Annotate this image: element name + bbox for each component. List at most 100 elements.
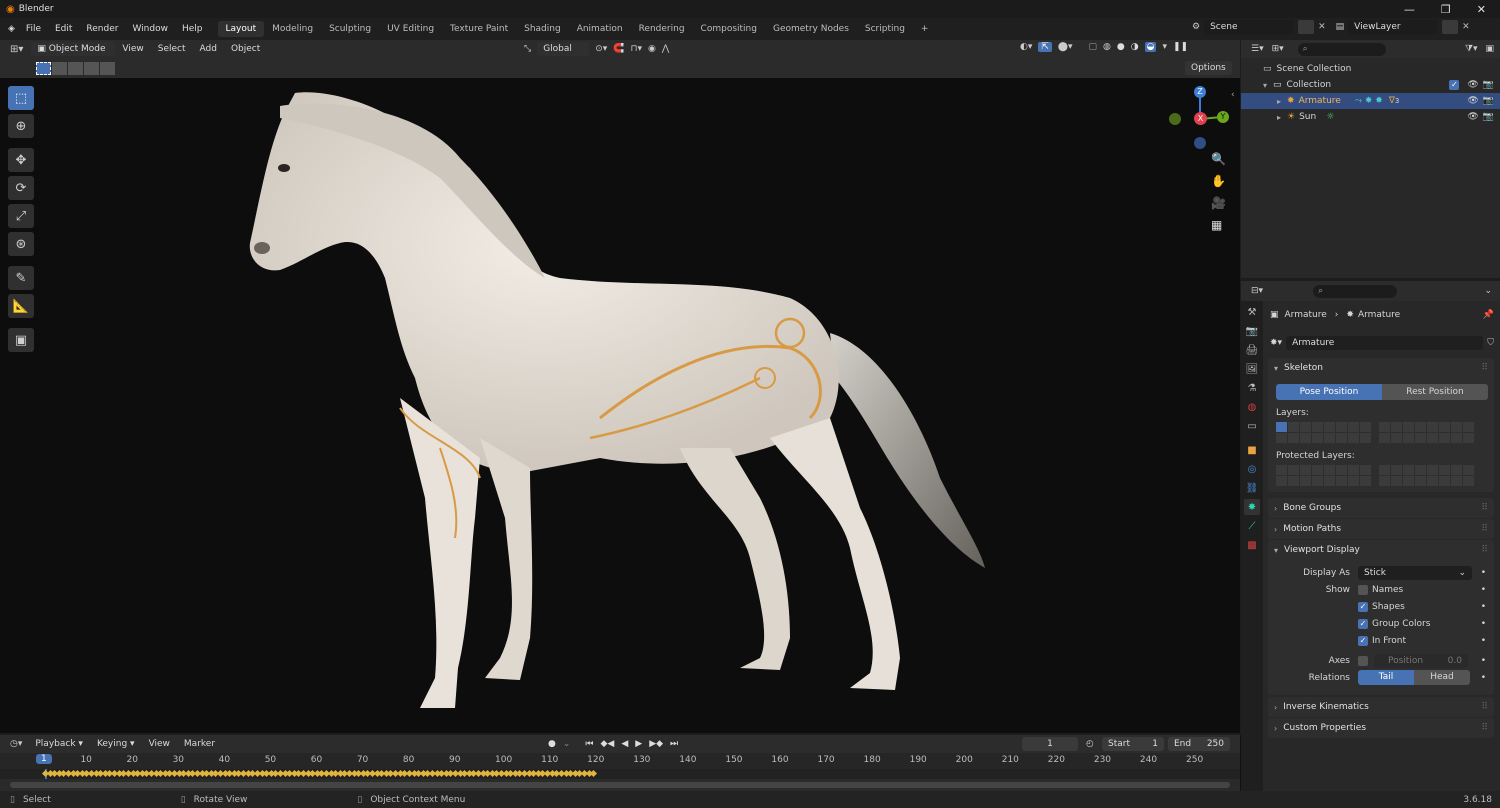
tab-animation[interactable]: Animation [569, 21, 631, 37]
pose-position-button[interactable]: Pose Position [1276, 384, 1382, 400]
armature-data-tab-icon[interactable]: ✸ [1244, 499, 1260, 515]
anim-dot-icon[interactable]: • [1481, 673, 1486, 683]
constraints-tab-icon[interactable]: ⛓ [1244, 480, 1260, 496]
material-shading-icon[interactable]: ◑ [1131, 42, 1139, 52]
select-box-icon[interactable]: ⬚ [8, 86, 34, 110]
rendered-shading-icon[interactable]: ◒ [1144, 42, 1157, 52]
menu-object[interactable]: Object [224, 44, 267, 54]
menu-add[interactable]: Add [193, 44, 224, 54]
drag-handle-icon[interactable]: ⠿ [1481, 524, 1488, 534]
anim-dot-icon[interactable]: • [1481, 568, 1486, 578]
pin-icon[interactable]: 📌 [1483, 310, 1494, 320]
falloff-icon[interactable]: ⋀ [662, 44, 669, 54]
anim-dot-icon[interactable]: • [1481, 619, 1486, 629]
view-layer-tab-icon[interactable]: 🖼 [1244, 361, 1260, 377]
ortho-grid-icon[interactable]: ▦ [1211, 218, 1226, 232]
tail-button[interactable]: Tail [1358, 670, 1414, 685]
select-new-icon[interactable] [36, 61, 51, 75]
menu-marker[interactable]: Marker [177, 739, 222, 749]
names-checkbox[interactable] [1358, 584, 1368, 595]
close-icon[interactable]: ✕ [1477, 3, 1486, 16]
fake-user-shield-icon[interactable]: ⛉ [1487, 338, 1494, 348]
move-icon[interactable]: ✥ [8, 148, 34, 172]
gizmo-z-label[interactable]: Z [1194, 86, 1206, 98]
display-as-select[interactable]: Stick ⌄ [1358, 565, 1472, 580]
outliner-item-armature[interactable]: ▸ ✸ Armature ⤳ ✸ ✸ ∇ 3 👁 📷 [1241, 93, 1500, 109]
menu-keying[interactable]: Keying ▾ [90, 739, 142, 749]
group-colors-checkbox[interactable]: ✓ [1358, 618, 1368, 629]
physics-tab-icon[interactable]: ◎ [1244, 461, 1260, 477]
output-tab-icon[interactable]: 🖨 [1244, 342, 1260, 358]
select-invert-icon[interactable] [84, 61, 99, 75]
display-mode-icon[interactable]: ⊞▾ [1272, 44, 1284, 54]
view-layer-selector[interactable]: ViewLayer [1348, 20, 1439, 34]
tab-texture-paint[interactable]: Texture Paint [442, 21, 516, 37]
tab-scripting[interactable]: Scripting [857, 21, 913, 37]
new-view-layer-icon[interactable] [1442, 20, 1459, 34]
wireframe-shading-icon[interactable]: ◍ [1103, 42, 1111, 52]
tab-compositing[interactable]: Compositing [693, 21, 765, 37]
menu-help[interactable]: Help [175, 24, 210, 34]
solid-shading-icon[interactable]: ● [1117, 42, 1125, 52]
add-cube-icon[interactable]: ▣ [8, 328, 34, 352]
end-frame-field[interactable]: End 250 [1168, 737, 1230, 751]
gizmo-x-label[interactable]: X [1194, 112, 1207, 125]
rotate-icon[interactable]: ⟳ [8, 176, 34, 200]
anim-dot-icon[interactable]: • [1481, 636, 1486, 646]
options-dropdown[interactable]: Options [1185, 61, 1232, 75]
sun-render-icon[interactable]: 📷 [1483, 112, 1494, 122]
navigation-gizmo[interactable]: Z Y X [1164, 84, 1230, 154]
in-front-checkbox[interactable]: ✓ [1358, 635, 1368, 646]
tool-tab-icon[interactable]: ⚒ [1244, 304, 1260, 320]
xray-icon[interactable]: ▢ [1089, 42, 1098, 52]
shading-options-icon[interactable]: ▾ [1162, 42, 1167, 52]
timeline-editor-icon[interactable]: ◷▾ [10, 739, 22, 749]
menu-window[interactable]: Window [125, 24, 175, 34]
collection-row[interactable]: ▾ ▭ Collection ✓ 👁 📷 [1241, 77, 1500, 93]
gizmo-toggle-icon[interactable]: ⇱ [1038, 42, 1052, 52]
bone-groups-panel[interactable]: › Bone Groups ⠿ [1268, 498, 1494, 518]
properties-options-icon[interactable]: ⌄ [1484, 286, 1492, 296]
drag-handle-icon[interactable]: ⠿ [1481, 503, 1488, 513]
head-button[interactable]: Head [1414, 670, 1470, 685]
menu-edit[interactable]: Edit [48, 24, 79, 34]
anim-dot-icon[interactable]: • [1481, 656, 1486, 666]
overlays-icon[interactable]: ⬤▾ [1058, 42, 1073, 52]
proportional-icon[interactable]: ◉ [648, 44, 656, 54]
snap-target-icon[interactable]: ⊓▾ [630, 44, 642, 54]
custom-properties-panel[interactable]: › Custom Properties ⠿ [1268, 718, 1494, 738]
annotate-icon[interactable]: ✎ [8, 266, 34, 290]
outliner-item-sun[interactable]: ▸ ☀ Sun ☼ 👁 📷 [1241, 109, 1500, 125]
world-tab-icon[interactable]: ◍ [1244, 399, 1260, 415]
viewport-display-header[interactable]: ▾ Viewport Display ⠿ [1268, 540, 1494, 560]
current-frame-field[interactable]: 1 [1022, 737, 1078, 751]
snap-icon[interactable]: 🧲 [613, 44, 624, 54]
pivot-icon[interactable]: ⊙▾ [595, 44, 607, 54]
protected-layers-grid[interactable] [1276, 465, 1494, 486]
pause-render-icon[interactable]: ❚❚ [1173, 42, 1188, 52]
scene-collection-row[interactable]: ▭ Scene Collection [1241, 61, 1500, 77]
new-scene-icon[interactable] [1298, 20, 1315, 34]
play-reverse-icon[interactable]: ◀ [621, 739, 628, 749]
armature-render-icon[interactable]: 📷 [1483, 96, 1494, 106]
expand-icon[interactable]: ▸ [1277, 113, 1281, 122]
timeline-scrollbar[interactable] [10, 782, 1230, 788]
tab-shading[interactable]: Shading [516, 21, 569, 37]
drag-handle-icon[interactable]: ⠿ [1481, 363, 1488, 373]
scene-tab-icon[interactable]: ⚗ [1244, 380, 1260, 396]
blender-menu-icon[interactable]: ◈ [8, 24, 15, 34]
play-icon[interactable]: ▶ [635, 739, 642, 749]
menu-playback[interactable]: Playback ▾ [28, 739, 90, 749]
drag-handle-icon[interactable]: ⠿ [1481, 545, 1488, 555]
menu-file[interactable]: File [19, 24, 48, 34]
select-extend-icon[interactable] [52, 61, 67, 75]
transform-icon[interactable]: ⊛ [8, 232, 34, 256]
prev-keyframe-icon[interactable]: ◆◀ [601, 739, 615, 749]
view-layer-icon[interactable]: ▤ [1336, 22, 1345, 32]
tab-layout[interactable]: Layout [217, 21, 265, 37]
playhead-indicator[interactable]: 1 [36, 754, 52, 764]
clock-icon[interactable]: ◴ [1086, 739, 1094, 749]
armature-browse-icon[interactable]: ✸▾ [1270, 338, 1282, 348]
collection-exclude-checkbox[interactable]: ✓ [1449, 80, 1460, 90]
armature-visibility-icon[interactable]: 👁 [1467, 96, 1478, 106]
